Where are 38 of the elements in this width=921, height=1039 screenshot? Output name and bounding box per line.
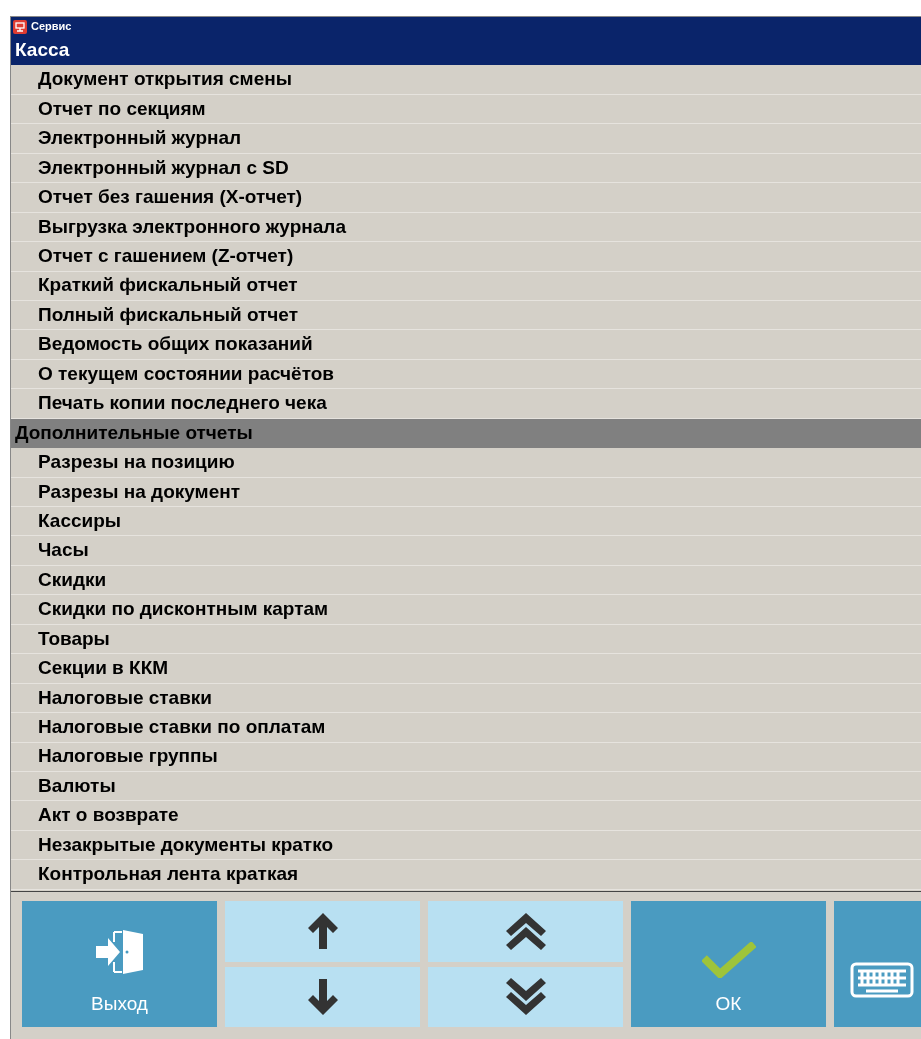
scroll-down-button[interactable] [225,966,420,1027]
list-item[interactable]: Документ открытия смены [11,65,921,95]
group-header[interactable]: Дополнительные отчеты [11,418,921,449]
list-item[interactable]: Незакрытые документы кратко [11,830,921,861]
list-item[interactable]: Часы [11,536,921,566]
list-item[interactable]: Акт о возврате [11,801,921,831]
list-item[interactable]: Полный фискальный отчет [11,300,921,331]
list-item[interactable]: Ведомость общих показаний [11,330,921,360]
list-item[interactable]: Налоговые ставки [11,683,921,714]
list-item[interactable]: Электронный журнал с SD [11,153,921,184]
list-item[interactable]: Разрезы на документ [11,477,921,507]
list-item[interactable]: Разрезы на позицию [11,448,921,478]
page-up-button[interactable] [428,901,623,962]
list-item[interactable]: Валюты [11,771,921,802]
list-item[interactable]: Скидки по дисконтным картам [11,595,921,625]
list-item[interactable]: Отчет по секциям [11,94,921,125]
list-item[interactable]: Кассиры [11,507,921,537]
window-title: Сервис [31,19,72,35]
list-item[interactable]: Товары [11,624,921,655]
list-item[interactable]: Печать копии последнего чека [11,389,921,419]
keyboard-icon [850,962,914,998]
keyboard-button[interactable] [834,901,921,1027]
list-item[interactable]: Краткий фискальный отчет [11,271,921,301]
list-item[interactable]: Налоговые группы [11,742,921,772]
group-header[interactable]: Касса [11,36,921,66]
list-item[interactable]: Выгрузка электронного журнала [11,212,921,243]
list-item[interactable]: О текущем состоянии расчётов [11,359,921,390]
list-item[interactable]: Секции в ККМ [11,654,921,684]
scroll-up-button[interactable] [225,901,420,962]
checkmark-icon [701,941,756,978]
list-item[interactable]: Отчет без гашения (X-отчет) [11,183,921,213]
list-item[interactable]: Скидки [11,565,921,596]
list-item[interactable]: Контрольная лента краткая [11,860,921,890]
list-item[interactable]: Отчет с гашением (Z-отчет) [11,242,921,272]
list-item[interactable]: Налоговые ставки по оплатам [11,713,921,743]
app-icon [13,19,27,34]
page-down-button[interactable] [428,966,623,1027]
list-item[interactable]: Электронный журнал [11,124,921,154]
